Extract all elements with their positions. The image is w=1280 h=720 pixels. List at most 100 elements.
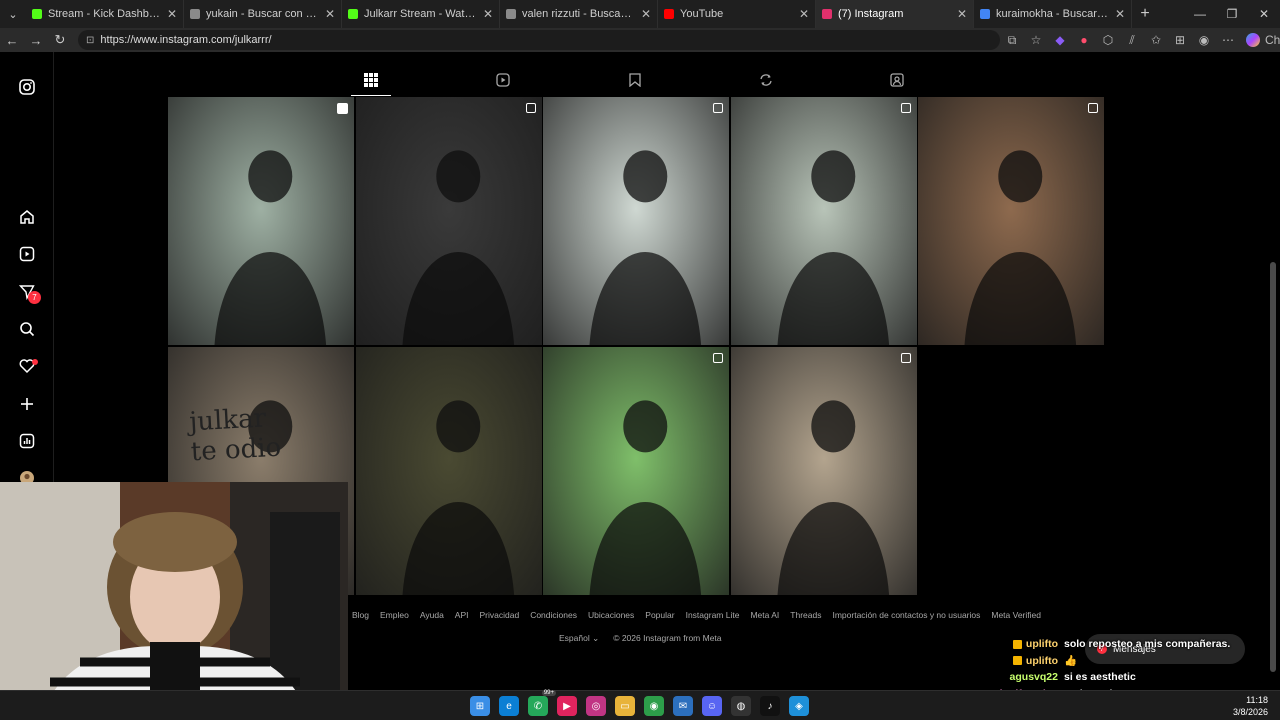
footer-link[interactable]: Condiciones [530, 610, 577, 620]
whatsapp-icon[interactable]: ✆ 99+ [528, 690, 556, 716]
post-thumbnail[interactable] [730, 97, 917, 345]
minimize-icon[interactable]: — [1184, 0, 1216, 28]
instagram-logo-icon[interactable] [17, 77, 37, 97]
search-icon[interactable] [17, 319, 37, 339]
tab-posts-grid-icon[interactable] [351, 64, 391, 96]
chrome-icon[interactable]: ◉ [644, 696, 664, 716]
tab-favicon-icon [506, 9, 516, 19]
toolbar-icons: ⧉ ☆ ◆ ● ⬡ ⫽ ✩ ⊞ ◉ ⋯ Chat [1000, 28, 1280, 52]
footer-link[interactable]: Popular [645, 610, 674, 620]
footer-link[interactable]: Ubicaciones [588, 610, 634, 620]
close-tab-icon[interactable]: ✕ [483, 7, 493, 21]
extension-icon[interactable]: ◆ [1048, 33, 1072, 47]
footer-link[interactable]: API [455, 610, 469, 620]
file-explorer-icon[interactable]: ▭ [615, 696, 635, 716]
footer-link[interactable]: Threads [790, 610, 821, 620]
carousel-icon [713, 352, 723, 363]
post-thumbnail[interactable] [543, 97, 729, 345]
close-tab-icon[interactable]: ✕ [325, 7, 335, 21]
more-menu-icon[interactable]: ⋯ [1216, 33, 1240, 47]
tab-favicon-icon [32, 9, 42, 19]
post-thumbnail[interactable] [355, 97, 542, 345]
forward-icon[interactable]: → [24, 33, 48, 48]
reload-icon[interactable]: ↻ [48, 32, 72, 48]
footer-link[interactable]: Blog [352, 610, 369, 620]
close-window-icon[interactable]: ✕ [1248, 0, 1280, 28]
open-in-app-icon[interactable]: ⧉ [1000, 33, 1024, 48]
app-icon[interactable]: ◈ [789, 696, 809, 716]
copilot-chat-button[interactable]: Chat [1246, 33, 1280, 47]
chat-username-text: uplifto [1025, 654, 1058, 667]
dashboard-chart-icon[interactable] [17, 431, 37, 451]
browser-tab[interactable]: yukain - Buscar con Google ✕ [184, 0, 342, 28]
extensions-icon[interactable]: ⬡ [1096, 33, 1120, 47]
language-selector[interactable]: Español ⌄ [559, 633, 599, 644]
chat-message: uplifto solo reposteo a mis compañeras. [980, 636, 1250, 653]
tab-tagged-icon[interactable] [877, 64, 917, 96]
post-photo [589, 399, 702, 595]
favorites-icon[interactable]: ✩ [1144, 33, 1168, 47]
tab-reposts-icon[interactable] [746, 64, 786, 96]
tab-saved-bookmark-icon[interactable] [615, 64, 655, 96]
profile-avatar[interactable]: ◉ [1192, 33, 1216, 47]
extension-red-icon[interactable]: ● [1072, 33, 1096, 47]
tab-actions-menu-icon[interactable]: ⌄ [0, 0, 26, 28]
address-bar[interactable]: ⊡ https://www.instagram.com/julkarrr/ [78, 30, 1000, 50]
obs-icon[interactable]: ◍ [731, 696, 751, 716]
browser-tab[interactable]: YouTube ✕ [658, 0, 816, 28]
close-tab-icon[interactable]: ✕ [799, 7, 809, 21]
footer-link[interactable]: Instagram Lite [686, 610, 740, 620]
close-tab-icon[interactable]: ✕ [167, 7, 177, 21]
create-plus-icon[interactable] [17, 394, 37, 414]
reels-icon[interactable] [17, 244, 37, 264]
edge-browser-icon[interactable]: e [499, 696, 519, 716]
back-icon[interactable]: ← [0, 33, 24, 48]
post-thumbnail[interactable] [168, 97, 354, 345]
browser-tab[interactable]: kuraimokha - Buscar con Google ✕ [974, 0, 1132, 28]
browser-toolbar: ← → ↻ ⊡ https://www.instagram.com/julkar… [0, 28, 1280, 52]
browser-tab[interactable]: valen rizzuti - Buscar con Google ✕ [500, 0, 658, 28]
post-thumbnail[interactable] [355, 346, 542, 595]
post-photo [214, 150, 327, 345]
post-thumbnail[interactable] [730, 346, 917, 595]
footer-link[interactable]: Meta AI [750, 610, 779, 620]
footer-link[interactable]: Empleo [380, 610, 409, 620]
browser-tab[interactable]: Julkarr Stream - Watch Live on Ki ✕ [342, 0, 500, 28]
footer-link[interactable]: Importación de contactos y no usuarios [832, 610, 980, 620]
browser-tab[interactable]: (7) Instagram ✕ [816, 0, 974, 28]
restore-icon[interactable]: ❐ [1216, 0, 1248, 28]
close-tab-icon[interactable]: ✕ [1115, 7, 1125, 21]
close-tab-icon[interactable]: ✕ [957, 7, 967, 21]
tab-favicon-icon [190, 9, 200, 19]
page-scrollbar[interactable] [1270, 52, 1276, 690]
clock-date: 3/8/2026 [1232, 707, 1268, 717]
notifications-dot [32, 359, 38, 365]
scrollbar-thumb[interactable] [1270, 262, 1276, 672]
chat-message-text: solo reposteo a mis compañeras. [1064, 638, 1231, 651]
instagram-app-icon[interactable]: ◎ [586, 696, 606, 716]
chat-message-text: si es aesthetic [1064, 671, 1136, 684]
tab-reels-icon[interactable] [483, 64, 523, 96]
browser-tab[interactable]: Stream - Kick Dashboard ✕ [26, 0, 184, 28]
discord-icon[interactable]: ☺ [702, 696, 722, 716]
post-thumbnail[interactable] [543, 346, 729, 595]
home-icon[interactable] [17, 207, 37, 227]
footer-link[interactable]: Ayuda [420, 610, 444, 620]
footer-link[interactable]: Meta Verified [991, 610, 1041, 620]
site-info-icon[interactable]: ⊡ [86, 35, 94, 46]
collections-icon[interactable]: ⊞ [1168, 33, 1192, 47]
tab-title: kuraimokha - Buscar con Google [996, 8, 1109, 20]
post-thumbnail[interactable] [918, 97, 1104, 345]
close-tab-icon[interactable]: ✕ [641, 7, 651, 21]
chat-username-text: agusvq22 [1009, 671, 1058, 684]
chat-username: agusvq22 [980, 671, 1058, 683]
tiktok-icon[interactable]: ♪ [760, 696, 780, 716]
outlook-mail-icon[interactable]: ✉ [673, 696, 693, 716]
start-windows-icon[interactable]: ⊞ [470, 696, 490, 716]
footer-link[interactable]: Privacidad [480, 610, 520, 620]
media-player-icon[interactable]: ▶ [557, 696, 577, 716]
system-clock[interactable]: 11:18 3/8/2026 [1233, 694, 1268, 718]
favorite-star-icon[interactable]: ☆ [1024, 33, 1048, 47]
new-tab-button[interactable]: + [1132, 5, 1158, 23]
split-screen-icon[interactable]: ⫽ [1120, 33, 1144, 48]
